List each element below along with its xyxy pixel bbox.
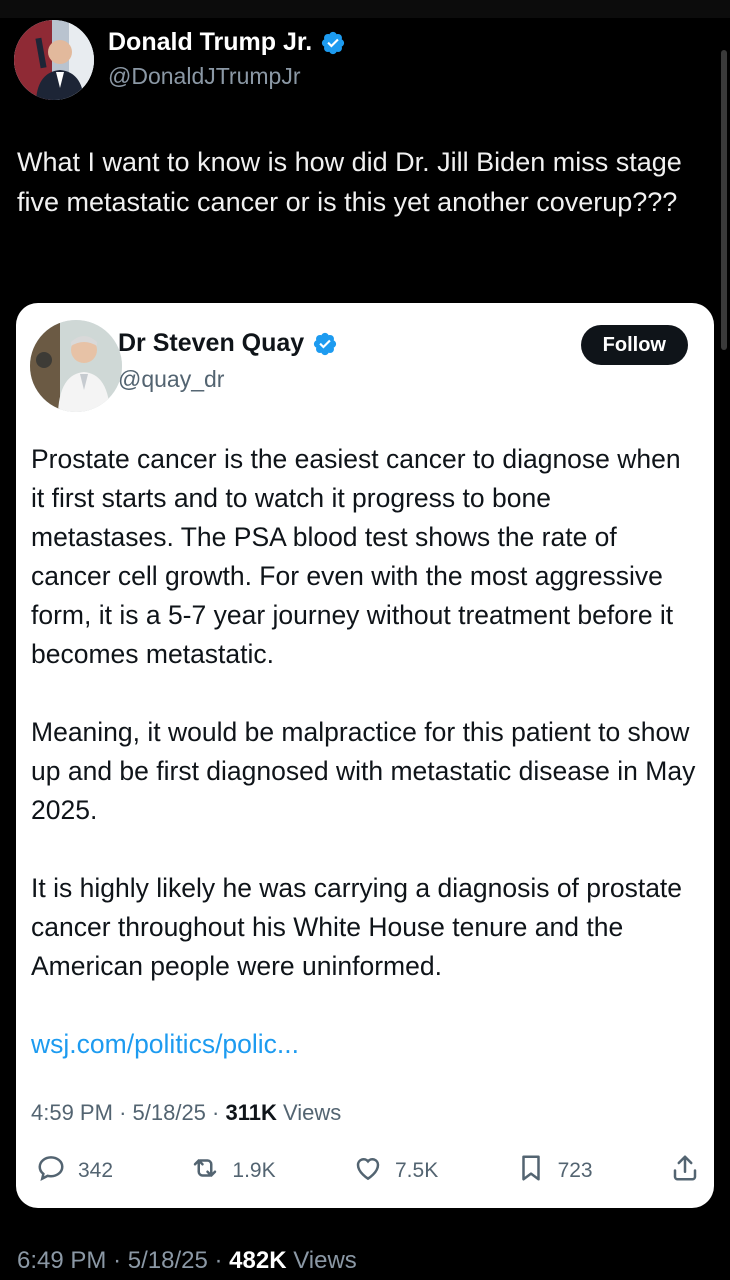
tweet-views-count: 482K <box>229 1247 287 1274</box>
repost-count: 1.9K <box>232 1159 276 1182</box>
separator: · <box>214 1247 223 1274</box>
bookmark-count: 723 <box>557 1159 593 1182</box>
quoted-date[interactable]: 5/18/25 <box>133 1100 206 1125</box>
reply-count: 342 <box>78 1159 114 1182</box>
author-handle[interactable]: @DonaldJTrumpJr <box>108 63 346 90</box>
like-button[interactable]: 7.5K <box>353 1153 438 1189</box>
heart-icon <box>353 1153 383 1189</box>
quoted-paragraph: It is highly likely he was carrying a di… <box>31 873 683 981</box>
repost-icon <box>190 1153 220 1189</box>
quoted-author-name[interactable]: Dr Steven Quay <box>118 329 304 358</box>
reply-icon <box>36 1153 66 1189</box>
verified-badge-icon <box>312 331 338 357</box>
separator: · <box>212 1100 220 1125</box>
bookmark-icon <box>516 1153 546 1189</box>
quoted-time[interactable]: 4:59 PM <box>31 1100 113 1125</box>
repost-button[interactable]: 1.9K <box>190 1153 276 1189</box>
status-bar <box>0 0 730 18</box>
action-bar: 342 1.9K 7.5K 723 <box>36 1151 700 1191</box>
share-icon <box>670 1153 700 1189</box>
bookmark-button[interactable]: 723 <box>516 1153 593 1189</box>
quoted-views-label: Views <box>283 1100 342 1125</box>
quoted-paragraph: Meaning, it would be malpractice for thi… <box>31 717 696 825</box>
quoted-name-row: Dr Steven Quay <box>118 329 338 358</box>
tweet-date[interactable]: 5/18/25 <box>128 1247 208 1274</box>
like-count: 7.5K <box>395 1159 439 1182</box>
scrollbar[interactable] <box>721 50 727 350</box>
quoted-author-avatar[interactable] <box>30 320 122 412</box>
verified-badge-icon <box>320 30 346 56</box>
quoted-tweet-body: Prostate cancer is the easiest cancer to… <box>31 440 701 1103</box>
share-button[interactable] <box>670 1153 700 1189</box>
author-name[interactable]: Donald Trump Jr. <box>108 28 312 57</box>
quoted-tweet-meta: 4:59 PM · 5/18/25 · 311K Views <box>31 1100 341 1126</box>
quoted-tweet-card[interactable]: Dr Steven Quay @quay_dr Follow Prostate … <box>16 303 714 1208</box>
quoted-author-block: Dr Steven Quay @quay_dr <box>118 329 338 393</box>
tweet-views-label: Views <box>293 1247 357 1274</box>
author-name-row: Donald Trump Jr. <box>108 28 346 57</box>
quoted-paragraph: Prostate cancer is the easiest cancer to… <box>31 444 681 669</box>
separator: · <box>113 1247 122 1274</box>
article-link[interactable]: wsj.com/politics/polic... <box>31 1029 299 1059</box>
separator: · <box>119 1100 127 1125</box>
tweet-meta: 6:49 PM · 5/18/25 · 482K Views <box>17 1247 357 1275</box>
author-avatar[interactable] <box>14 20 94 100</box>
tweet-text: What I want to know is how did Dr. Jill … <box>17 147 682 217</box>
quoted-author-handle[interactable]: @quay_dr <box>118 366 338 393</box>
reply-button[interactable]: 342 <box>36 1153 113 1189</box>
tweet-time[interactable]: 6:49 PM <box>17 1247 106 1274</box>
author-block: Donald Trump Jr. @DonaldJTrumpJr <box>108 28 346 90</box>
follow-button[interactable]: Follow <box>580 325 688 365</box>
quoted-views-count: 311K <box>225 1100 277 1125</box>
